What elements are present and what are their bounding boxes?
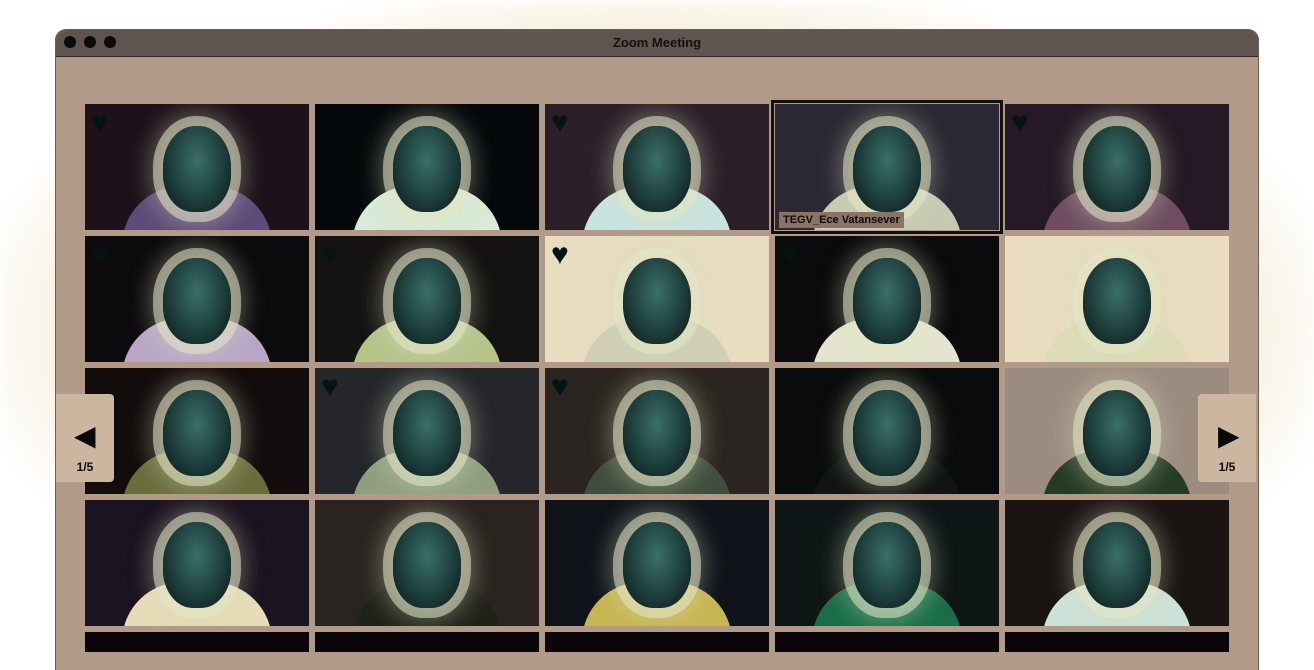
participant-face (1083, 258, 1151, 344)
participant-video-tile[interactable]: ♥ (315, 368, 539, 494)
participant-face (393, 390, 461, 476)
participant-video-tile[interactable] (545, 500, 769, 626)
participant-face (623, 522, 691, 608)
participant-face (163, 258, 231, 344)
participant-face (623, 258, 691, 344)
participant-video-tile[interactable]: ♥ (315, 236, 539, 362)
previous-page-button[interactable]: ◀ 1/5 (56, 394, 114, 482)
chevron-right-icon: ▶ (1218, 420, 1240, 451)
participant-face (393, 126, 461, 212)
window-title: Zoom Meeting (612, 35, 702, 50)
participant-face (1083, 126, 1151, 212)
participant-face (163, 390, 231, 476)
participant-video-tile[interactable] (85, 500, 309, 626)
participant-video-tile[interactable] (775, 368, 999, 494)
heart-reaction-icon: ♥ (551, 238, 569, 271)
participant-video-tile[interactable] (1005, 236, 1229, 362)
participant-face (853, 390, 921, 476)
participant-video-tile[interactable] (1005, 500, 1229, 626)
participant-video-tile[interactable] (315, 500, 539, 626)
heart-reaction-icon: ♥ (781, 238, 799, 271)
participant-face (623, 390, 691, 476)
participant-video-tile[interactable]: ♥ (775, 236, 999, 362)
participant-face (853, 258, 921, 344)
participant-face (393, 258, 461, 344)
chevron-left-icon: ◀ (74, 420, 96, 451)
heart-reaction-icon: ♥ (321, 370, 339, 403)
participant-face (853, 522, 921, 608)
video-tile-partial[interactable] (1005, 632, 1229, 652)
participant-video-tile[interactable]: ♥ (1005, 104, 1229, 230)
video-tile-partial[interactable] (85, 632, 309, 652)
next-page-button[interactable]: ▶ 1/5 (1198, 394, 1256, 482)
participant-video-tile[interactable] (1005, 368, 1229, 494)
participant-face (163, 126, 231, 212)
participant-video-tile[interactable]: ♥ (545, 104, 769, 230)
participant-face (853, 126, 921, 212)
previous-page-indicator: 1/5 (76, 460, 94, 474)
video-tile-partial[interactable] (315, 632, 539, 652)
participant-face (1083, 390, 1151, 476)
participant-face (163, 522, 231, 608)
participant-video-tile[interactable]: TEGV_Ece Vatansever (771, 100, 1003, 234)
heart-reaction-icon: ♥ (321, 238, 339, 271)
video-tile-partial[interactable] (775, 632, 999, 652)
participant-video-tile[interactable] (315, 104, 539, 230)
heart-reaction-icon: ♥ (91, 106, 109, 139)
heart-reaction-icon: ♥ (91, 238, 109, 271)
participant-video-tile[interactable] (85, 368, 309, 494)
heart-reaction-icon: ♥ (551, 370, 569, 403)
title-bar: Zoom Meeting (56, 30, 1258, 57)
participant-video-tile[interactable]: ♥ (545, 368, 769, 494)
zoom-window: Zoom Meeting ♥ ♥ TEGV_Ece Vatansever ♥ ♥ ♥ ♥ ♥ ♥… (56, 30, 1258, 670)
participant-video-tile[interactable]: ♥ (85, 236, 309, 362)
participant-video-tile[interactable]: ♥ (545, 236, 769, 362)
next-page-indicator: 1/5 (1218, 460, 1236, 474)
heart-reaction-icon: ♥ (551, 106, 569, 139)
participant-name-label: TEGV_Ece Vatansever (779, 212, 904, 228)
participant-video-tile[interactable]: ♥ (85, 104, 309, 230)
participant-face (393, 522, 461, 608)
video-tile-partial[interactable] (545, 632, 769, 652)
heart-reaction-icon: ♥ (1011, 106, 1029, 139)
participant-face (623, 126, 691, 212)
participant-video-tile[interactable] (775, 500, 999, 626)
participant-face (1083, 522, 1151, 608)
